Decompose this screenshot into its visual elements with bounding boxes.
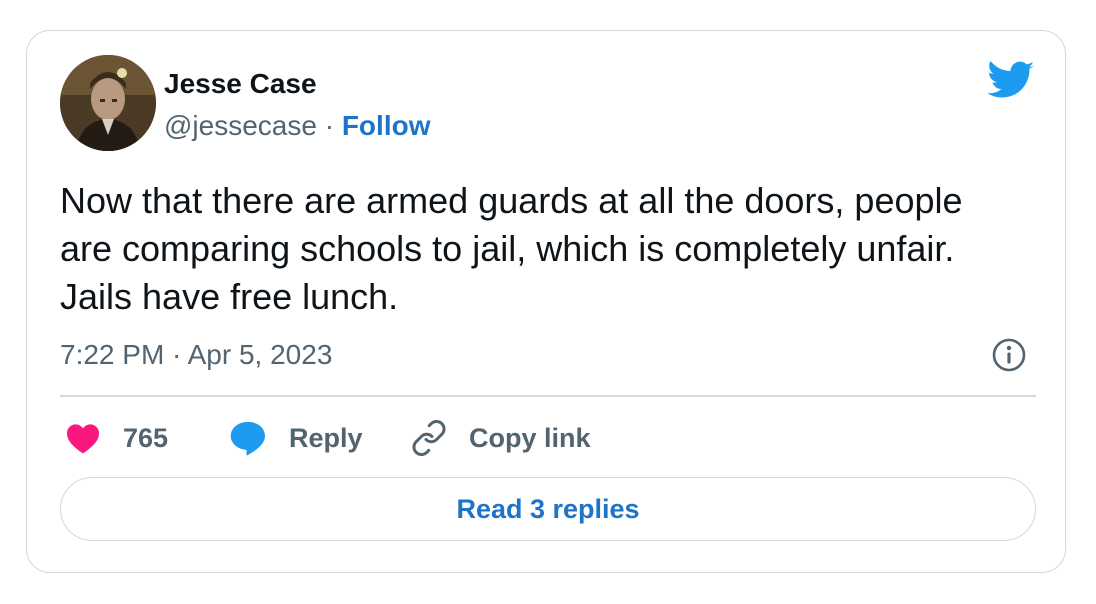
info-icon[interactable] — [991, 337, 1027, 373]
follow-button[interactable]: Follow — [342, 110, 431, 141]
tweet-text: Now that there are armed guards at all t… — [60, 180, 963, 317]
reply-label: Reply — [289, 422, 363, 453]
speech-bubble-icon — [230, 421, 265, 456]
avatar-image — [60, 55, 156, 151]
tweet-card: Jesse Case @jessecase · Follow Now that … — [26, 30, 1066, 573]
avatar[interactable] — [60, 55, 156, 151]
like-button[interactable]: 765 — [65, 416, 168, 460]
author-handle-row: @jessecase · Follow — [164, 110, 430, 142]
author-handle[interactable]: @jessecase — [164, 110, 317, 141]
copy-link-button[interactable]: Copy link — [411, 416, 591, 460]
handle-separator: · — [316, 110, 342, 141]
tweet-timestamp[interactable]: 7:22 PM · Apr 5, 2023 — [60, 339, 332, 371]
twitter-bird-icon[interactable] — [987, 61, 1035, 101]
heart-icon — [67, 424, 99, 454]
reply-button[interactable]: Reply — [229, 416, 363, 460]
copy-link-label: Copy link — [469, 422, 591, 453]
author-name[interactable]: Jesse Case — [164, 68, 317, 100]
read-replies-button[interactable]: Read 3 replies — [60, 477, 1036, 541]
like-count: 765 — [123, 422, 169, 453]
link-icon — [412, 420, 446, 456]
divider — [60, 395, 1036, 397]
